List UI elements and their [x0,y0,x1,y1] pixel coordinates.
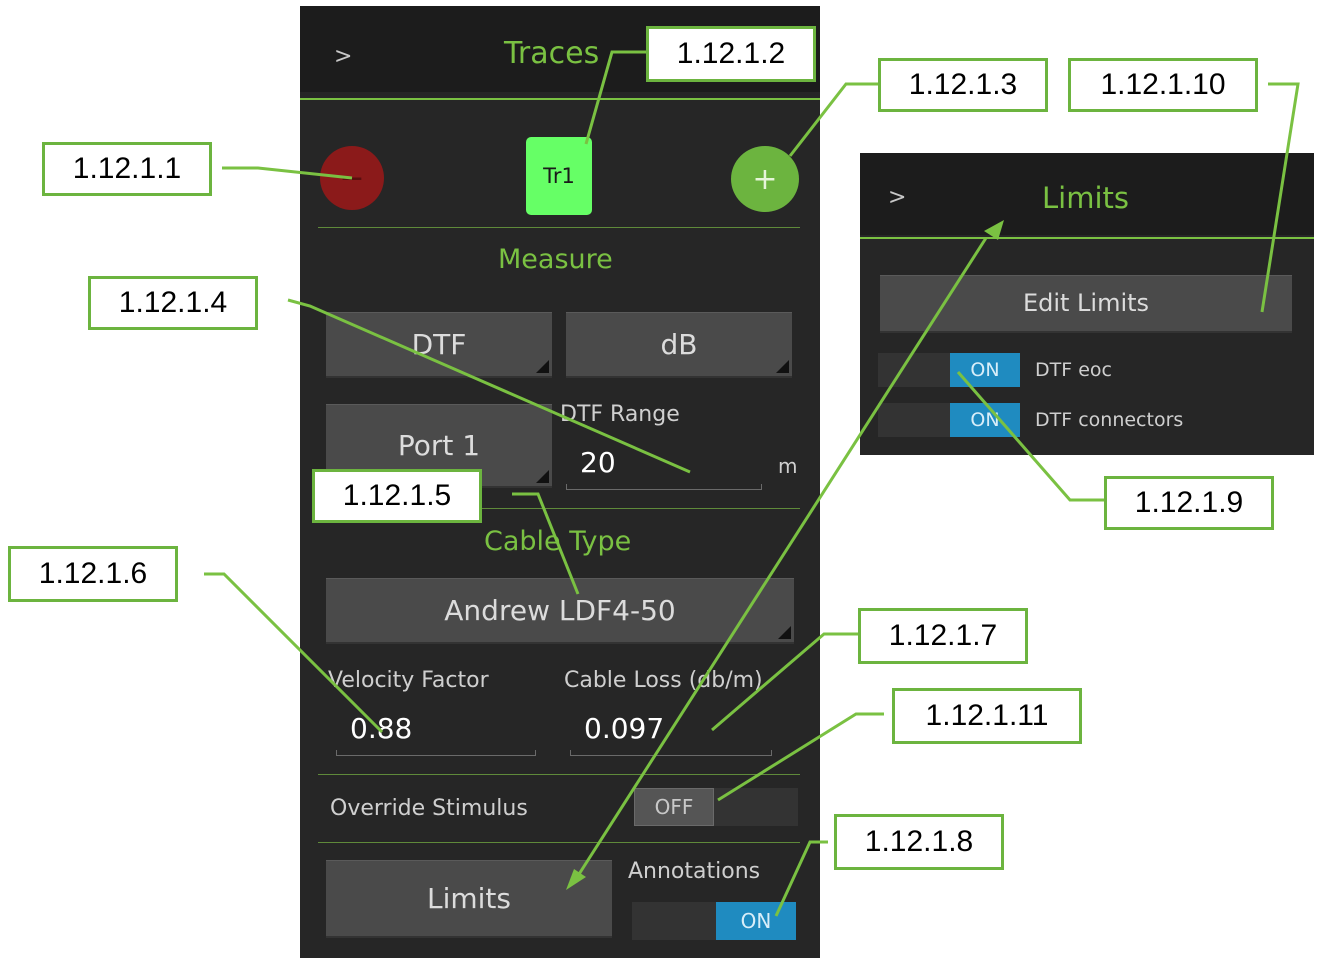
cable-loss-label: Cable Loss (db/m) [564,668,763,693]
dtf-range-underline [566,484,762,490]
callout-1-12-1-4: 1.12.1.4 [88,276,258,330]
override-stimulus-toggle[interactable]: OFF [634,788,798,826]
dropdown-corner-icon [778,626,791,639]
dtf-eoc-toggle[interactable]: ON [878,353,1020,387]
format-button[interactable]: DTF [326,312,552,378]
dtf-connectors-label: DTF connectors [1035,409,1184,431]
minus-icon: − [339,160,365,196]
divider [318,227,800,228]
edit-limits-button[interactable]: Edit Limits [880,275,1292,333]
callout-1-12-1-7: 1.12.1.7 [858,608,1028,664]
traces-title: Traces [504,36,600,71]
collapse-chevron-icon[interactable]: > [334,44,352,69]
callout-1-12-1-2: 1.12.1.2 [646,26,816,82]
edit-limits-label: Edit Limits [1022,289,1150,317]
header-divider [860,237,1314,239]
velocity-factor-input[interactable]: 0.88 [350,712,412,745]
collapse-chevron-icon[interactable]: > [888,185,906,210]
limits-button-label: Limits [427,881,511,915]
units-button[interactable]: dB [566,312,792,378]
dropdown-corner-icon [776,360,789,373]
cable-loss-input[interactable]: 0.097 [584,712,664,745]
remove-trace-button[interactable]: − [320,146,384,210]
callout-1-12-1-11: 1.12.1.11 [892,688,1082,744]
callout-1-12-1-5: 1.12.1.5 [312,469,482,523]
annotations-label: Annotations [628,859,761,884]
toggle-knob: ON [716,902,796,940]
toggle-knob: OFF [634,788,714,826]
cable-type-heading: Cable Type [484,526,632,557]
format-button-label: DTF [411,327,467,361]
dtf-range-input[interactable]: 20 [580,446,616,479]
dtf-range-label: DTF Range [560,402,680,427]
velocity-factor-label: Velocity Factor [328,668,489,693]
toggle-knob: ON [950,353,1020,387]
trace-tab-tr1[interactable]: Tr1 [526,137,592,215]
divider [318,774,800,775]
callout-1-12-1-8: 1.12.1.8 [834,814,1004,870]
units-button-label: dB [660,327,698,361]
callout-1-12-1-10: 1.12.1.10 [1068,58,1258,112]
port-button-label: Port 1 [397,428,481,462]
header-divider [300,98,820,100]
annotations-toggle[interactable]: ON [632,902,796,940]
dtf-range-unit: m [778,454,798,478]
cable-loss-underline [570,750,772,756]
dropdown-corner-icon [536,470,549,483]
override-stimulus-label: Override Stimulus [330,796,528,821]
dtf-eoc-label: DTF eoc [1035,359,1112,381]
plus-icon: + [752,161,778,197]
add-trace-button[interactable]: + [731,146,799,212]
limits-panel: > Limits Edit Limits ON DTF eoc ON DTF c… [860,153,1314,455]
measure-heading: Measure [498,244,613,275]
cable-type-button[interactable]: Andrew LDF4-50 [326,578,794,644]
divider [318,842,800,843]
toggle-knob: ON [950,403,1020,437]
callout-1-12-1-6: 1.12.1.6 [8,546,178,602]
velocity-factor-underline [336,750,536,756]
cable-type-label: Andrew LDF4-50 [444,593,676,627]
dropdown-corner-icon [536,360,549,373]
dtf-connectors-toggle[interactable]: ON [878,403,1020,437]
callout-1-12-1-1: 1.12.1.1 [42,142,212,196]
limits-title: Limits [1042,181,1129,215]
callout-1-12-1-9: 1.12.1.9 [1104,476,1274,530]
callout-1-12-1-3: 1.12.1.3 [878,58,1048,112]
limits-button[interactable]: Limits [326,860,612,938]
